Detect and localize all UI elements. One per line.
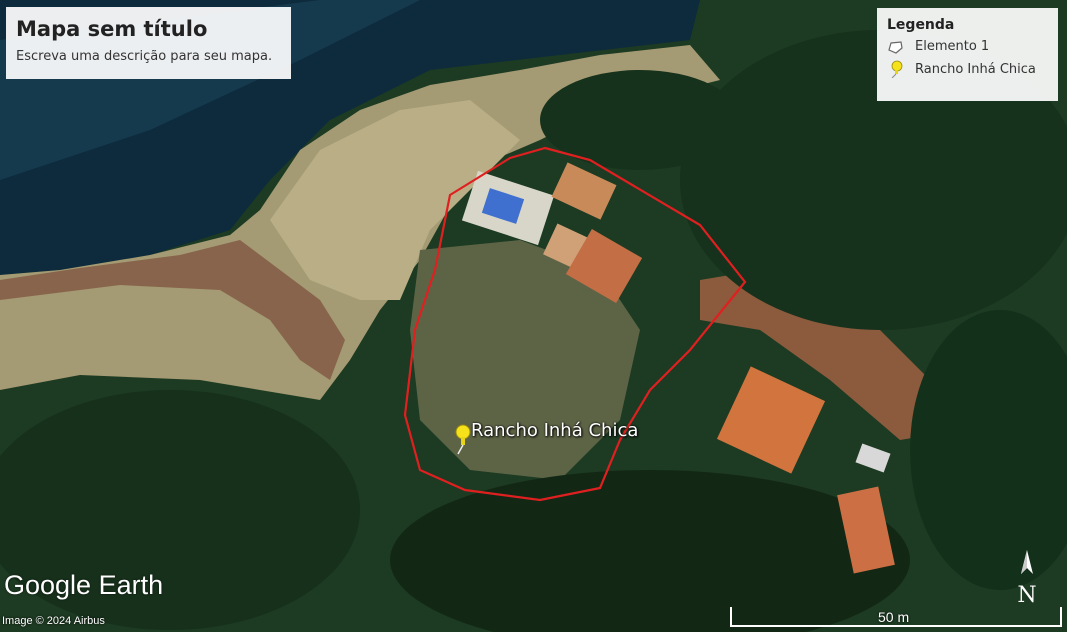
legend-heading: Legenda <box>887 17 955 33</box>
north-arrow-icon: N <box>1017 550 1037 608</box>
north-arrow: N <box>1013 548 1041 608</box>
map-description[interactable]: Escreva uma descrição para seu mapa. <box>16 49 281 64</box>
legend-item-pushpin[interactable]: Rancho Inhá Chica <box>887 60 1048 78</box>
legend-panel: Legenda Elemento 1 Rancho Inhá Chica <box>877 8 1058 101</box>
google-earth-logo: Google Earth <box>4 570 164 600</box>
map-title-panel: Mapa sem título Escreva uma descrição pa… <box>6 7 291 79</box>
polygon-icon <box>888 40 903 54</box>
image-attribution: Image © 2024 Airbus <box>2 615 105 627</box>
legend-item-label: Rancho Inhá Chica <box>915 61 1036 77</box>
legend-item-polygon[interactable]: Elemento 1 <box>887 39 1048 54</box>
scale-label: 50 m <box>878 609 910 625</box>
north-label: N <box>1017 583 1036 606</box>
map-title[interactable]: Mapa sem título <box>16 17 281 41</box>
placemark-label[interactable]: Rancho Inhá Chica <box>471 420 638 441</box>
yellow-pushpin-icon <box>891 60 903 78</box>
legend-item-label: Elemento 1 <box>915 39 990 54</box>
